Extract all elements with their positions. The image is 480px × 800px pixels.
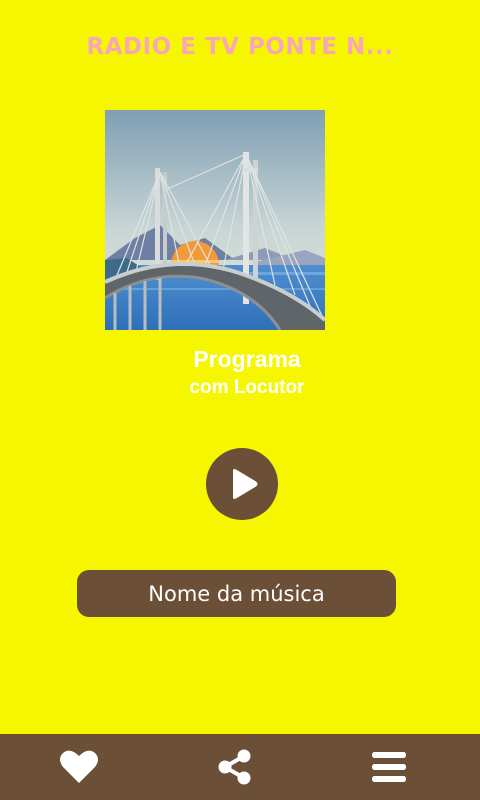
app-title: RADIO E TV PONTE N... [86, 34, 394, 60]
program-host: com Locutor [189, 377, 305, 398]
play-icon [206, 448, 278, 520]
favorite-button[interactable] [39, 734, 119, 800]
cover-artwork [105, 110, 325, 330]
heart-icon [60, 750, 98, 783]
song-name-bar: Nome da música [77, 570, 396, 617]
hamburger-menu-icon [372, 752, 406, 782]
radio-player-screen: RADIO E TV PONTE N... Programa com Locut… [0, 0, 480, 800]
bottom-navigation-bar [0, 734, 480, 800]
bridge-artwork-image [105, 110, 325, 330]
play-button[interactable] [206, 448, 278, 520]
program-title: Programa [193, 346, 301, 372]
share-button[interactable] [195, 734, 275, 800]
share-icon [218, 749, 251, 785]
menu-button[interactable] [349, 734, 429, 800]
song-name-label: Nome da música [148, 581, 325, 606]
